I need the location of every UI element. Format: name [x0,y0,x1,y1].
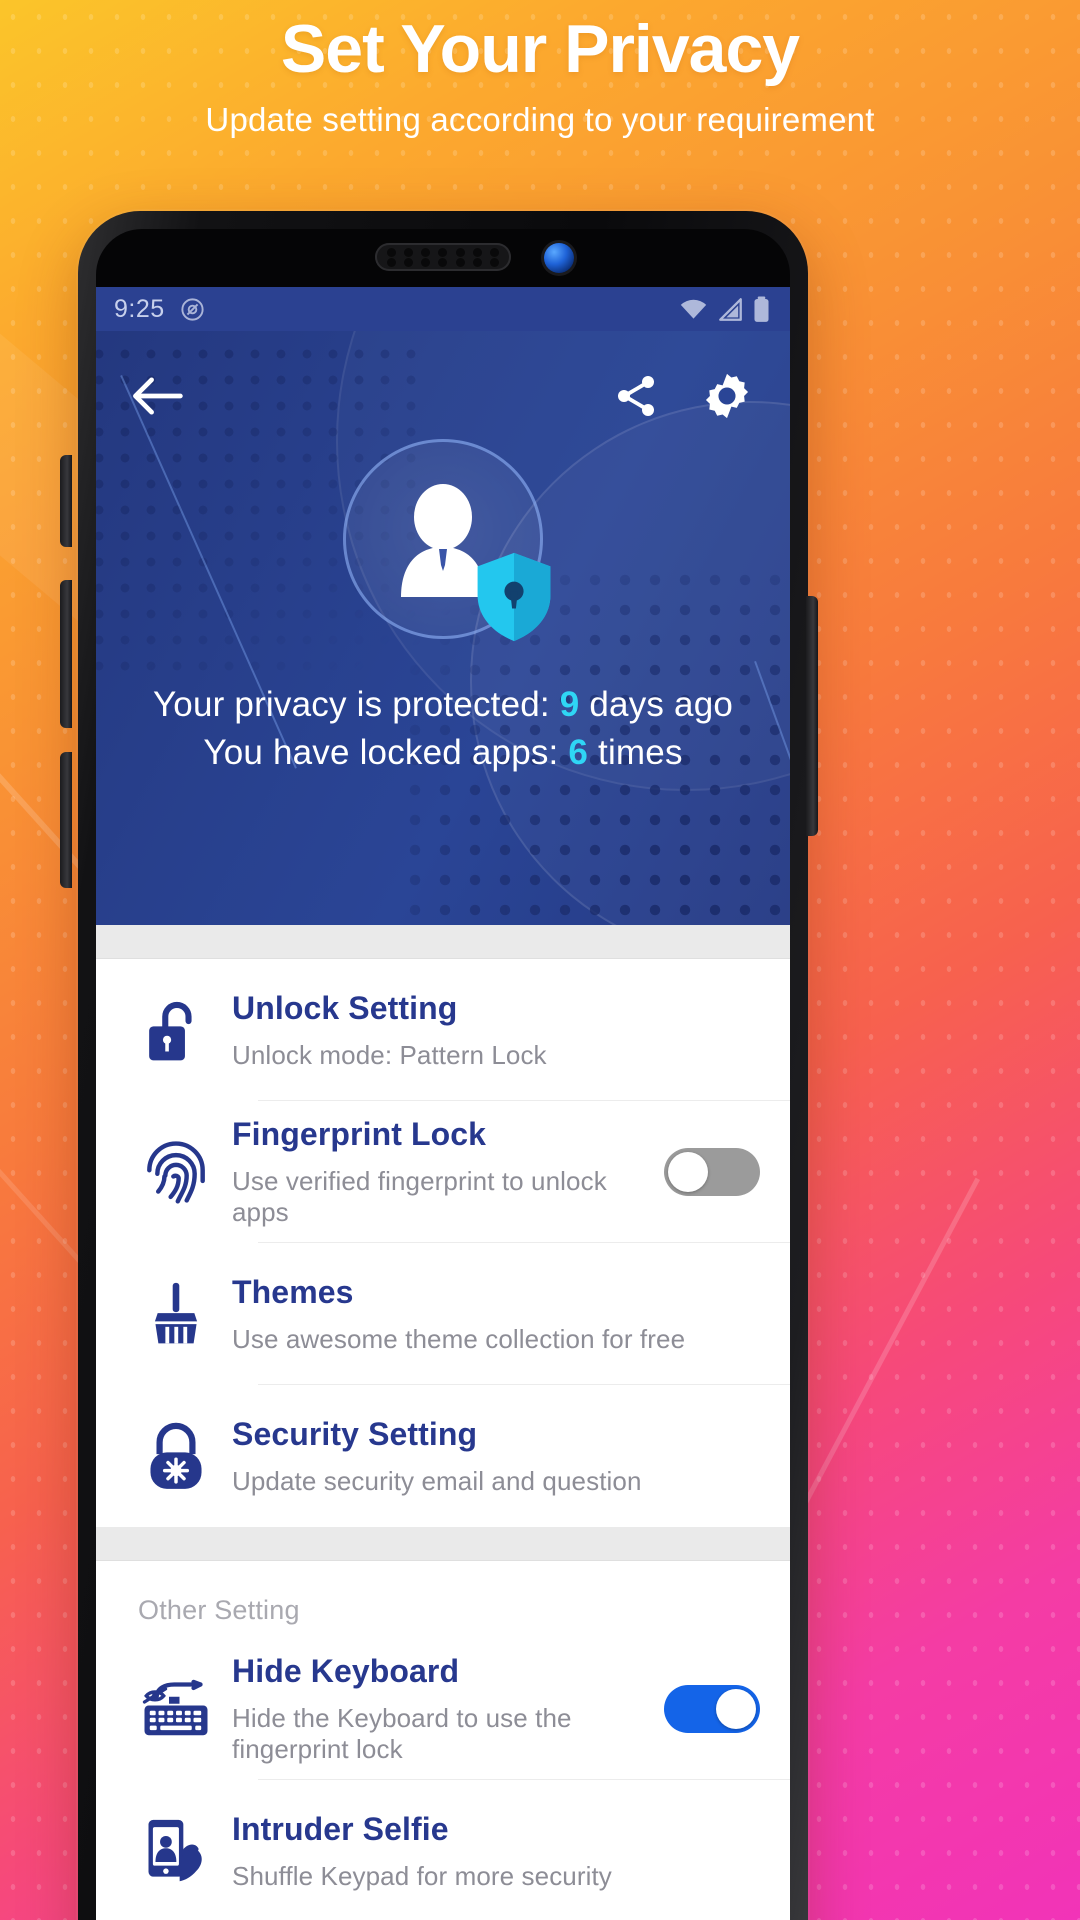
wifi-icon [680,299,707,319]
shield-lock-icon [477,552,551,642]
protected-suffix: days ago [579,685,734,724]
status-bar-time: 9:25 [114,294,165,323]
privacy-stats: Your privacy is protected: 9 days ago Yo… [96,681,790,778]
privacy-hero-panel: Your privacy is protected: 9 days ago Yo… [96,331,790,925]
list-item-text: Themes Use awesome theme collection for … [222,1274,760,1355]
list-item-title: Unlock Setting [232,989,458,1026]
app-toolbar [96,331,790,431]
share-icon[interactable] [612,372,660,420]
phone-mockup: 9:25 Your privacy is protected: 9 days a… [78,211,808,1920]
list-item-fingerprint-lock[interactable]: Fingerprint Lock Use verified fingerprin… [96,1101,790,1243]
toggle-knob [716,1689,756,1729]
locked-apps-line: You have locked apps: 6 times [96,729,790,777]
list-item-unlock-setting[interactable]: Unlock Setting Unlock mode: Pattern Lock [96,959,790,1101]
battery-icon [754,296,769,322]
list-item-subtitle: Shuffle Keypad for more security [232,1860,612,1891]
fingerprint-icon [130,1138,222,1206]
list-item-title: Intruder Selfie [232,1810,449,1847]
list-item-title: Fingerprint Lock [232,1116,487,1152]
list-item-subtitle: Update security email and question [232,1465,642,1496]
list-item-themes[interactable]: Themes Use awesome theme collection for … [96,1243,790,1385]
list-item-text: Security Setting Update security email a… [222,1416,760,1497]
list-item-text: Unlock Setting Unlock mode: Pattern Lock [222,990,760,1071]
locked-suffix: times [588,733,683,773]
status-bar-system-icons [679,296,770,323]
section-divider-band [96,925,790,959]
list-item-subtitle: Use awesome theme collection for free [232,1323,686,1354]
list-item-title: Hide Keyboard [232,1653,460,1689]
broom-icon [130,1281,222,1347]
protected-days-value: 9 [559,685,580,724]
status-bar: 9:25 [96,287,790,331]
android-q-icon [181,297,204,321]
status-bar-notification-icons [179,296,206,323]
toolbar-actions [612,371,752,421]
section-divider-band [96,1527,790,1561]
list-item-hide-keyboard[interactable]: Hide Keyboard Hide the Keyboard to use t… [96,1638,790,1780]
list-item-text: Hide Keyboard Hide the Keyboard to use t… [222,1653,648,1765]
primary-settings-list: Unlock Setting Unlock mode: Pattern Lock [96,959,790,1527]
promo-subheadline: Update setting according to your require… [205,101,875,139]
list-item-subtitle: Use verified fingerprint to unlock apps [232,1166,607,1227]
other-setting-section-label: Other Setting [138,1595,300,1625]
front-camera-icon [544,243,574,273]
phone-notch [96,229,790,287]
other-settings-list: Other Setting Hide Keyboard Hide the Key… [96,1561,790,1920]
list-item-intruder-selfie[interactable]: Intruder Selfie Shuffle Keypad for more … [96,1780,790,1920]
fingerprint-lock-toggle[interactable] [664,1148,760,1196]
locked-prefix: You have locked apps: [203,733,569,773]
list-item-text: Intruder Selfie Shuffle Keypad for more … [222,1811,760,1892]
unlock-padlock-icon [130,996,222,1064]
list-item-text: Fingerprint Lock Use verified fingerprin… [222,1116,648,1228]
cellular-signal-icon [719,297,742,321]
phone-bezel: 9:25 Your privacy is protected: 9 days a… [96,229,790,1920]
protected-prefix: Your privacy is protected: [152,685,560,724]
hide-keyboard-icon [130,1678,222,1740]
phone-screen: 9:25 Your privacy is protected: 9 days a… [96,287,790,1920]
promo-text-block: Set Your Privacy Update setting accordin… [0,0,1080,139]
phone-power-button [806,596,818,836]
hide-keyboard-toggle[interactable] [664,1685,760,1733]
list-item-title: Security Setting [232,1415,478,1452]
list-item-subtitle: Hide the Keyboard to use the fingerprint… [232,1703,572,1764]
phone-side-button [60,455,72,547]
gear-icon[interactable] [702,371,752,421]
security-padlock-icon [130,1421,222,1491]
promo-headline: Set Your Privacy [280,11,800,87]
list-item-title: Themes [232,1273,354,1310]
privacy-protected-line: Your privacy is protected: 9 days ago [96,681,790,729]
phone-volume-button [60,752,72,888]
avatar [343,439,551,642]
back-arrow-icon[interactable] [130,375,184,417]
intruder-selfie-icon [130,1816,222,1886]
list-item-security-setting[interactable]: Security Setting Update security email a… [96,1385,790,1527]
promo-stage: Set Your Privacy Update setting accordin… [0,0,1080,1920]
phone-volume-button [60,580,72,728]
toggle-knob [668,1152,708,1192]
locked-count-value: 6 [568,733,589,773]
earpiece-speaker-icon [375,243,511,271]
list-item-subtitle: Unlock mode: Pattern Lock [232,1039,547,1070]
